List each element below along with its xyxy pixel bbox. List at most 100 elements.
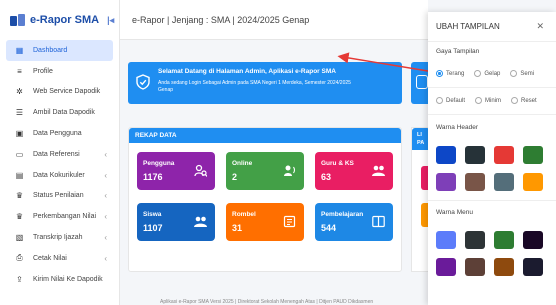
header-color-swatch[interactable] [465,173,485,191]
header-color-swatch[interactable] [494,173,514,191]
header-color-swatch[interactable] [494,146,514,164]
sidebar-item-web-service-dapodik[interactable]: ✲ Web Service Dapodik [6,82,113,103]
sidebar-nav: ▦ Dashboard ≡ Profile ✲ Web Service Dapodik ☰ A… [0,40,119,290]
id-card-icon: ▣ [15,129,24,139]
radio-default[interactable]: Default [436,97,465,104]
sidebar-item-status-penilaian[interactable]: ♛ Status Penilaian ‹ [6,186,113,207]
logo-icon [10,13,25,26]
profile-icon: ≡ [17,66,22,76]
stat-label: Guru & KS [321,160,354,167]
radio-label: Semi [520,70,535,77]
radio-circle [436,70,443,77]
close-icon[interactable]: ✕ [536,21,544,32]
menu-color-swatch[interactable] [523,258,543,276]
upload-icon: ⇪ [16,274,23,284]
stat-value: 544 [321,223,337,233]
calendar-icon: ▤ [15,170,24,180]
sidebar-item-cetak-nilai[interactable]: ⎙ Cetak Nilai ‹ [6,248,113,269]
divider [428,200,556,201]
sidebar-item-label: Data Referensi [33,150,80,158]
radio-reset[interactable]: Reset [511,97,537,104]
rombel-icon [283,215,296,228]
monitor-icon: ▭ [15,149,24,159]
stat-card-siswa[interactable]: Siswa 1107 [137,203,215,241]
panel-title: UBAH TAMPILAN [436,22,500,31]
sidebar-item-kirim-nilai-ke-dapodik[interactable]: ⇪ Kirim Nilai Ke Dapodik [6,269,113,290]
radio-terang[interactable]: Terang [436,70,464,77]
shield-check-icon [136,74,150,90]
radio-circle [511,97,519,104]
menu-color-swatch[interactable] [436,258,456,276]
radio-label: Gelap [484,70,501,77]
stat-card-pembelajaran[interactable]: Pembelajaran 544 [315,203,393,241]
chevron-left-icon: ‹ [104,170,107,180]
printer-icon: ⎙ [16,253,23,263]
stat-card-rombel[interactable]: Rombel 31 [226,203,304,241]
stat-label: Rombel [232,211,256,218]
radio-semi[interactable]: Semi [510,70,534,77]
menu-color-swatch[interactable] [494,231,514,249]
gaya-options: Terang Gelap Semi [436,70,544,77]
user-online-icon [284,165,296,176]
welcome-subtitle: Anda sedang Login Sebagai Admin pada SMA… [158,80,351,93]
menu-color-swatch[interactable] [465,258,485,276]
welcome-title: Selamat Datang di Halaman Admin, Aplikas… [158,68,336,75]
menu-color-swatch[interactable] [494,258,514,276]
sidebar-item-label: Web Service Dapodik [33,88,101,96]
sidebar-item-label: Perkembangan Nilai [33,213,97,221]
dashboard-icon: ▦ [15,45,24,55]
graduation-cap-icon: ♛ [15,212,24,222]
users-search-icon [194,164,207,177]
top-header: e-Rapor | Jenjang : SMA | 2024/2025 Gena… [120,0,428,40]
header-color-swatch[interactable] [465,146,485,164]
stat-value: 2 [232,172,238,182]
header-color-swatch[interactable] [436,146,456,164]
document-icon: ▧ [15,233,24,243]
book-open-icon [372,215,385,228]
stat-card-online[interactable]: Online 2 [226,152,304,190]
chevron-left-icon: ‹ [104,253,107,263]
warna-header-title: Warna Header [436,124,479,131]
radio-circle [474,70,482,77]
sidebar-item-data-kokurikuler[interactable]: ▤ Data Kokurikuler ‹ [6,165,113,186]
sidebar-item-data-pengguna[interactable]: ▣ Data Pengguna [6,123,113,144]
sidebar-item-transkrip-ijazah[interactable]: ▧ Transkrip Ijazah ‹ [6,227,113,248]
stat-card-guru-ks[interactable]: Guru & KS 63 [315,152,393,190]
stat-card-pengguna[interactable]: Pengguna 1176 [137,152,215,190]
header-color-swatch[interactable] [523,173,543,191]
database-icon: ☰ [15,108,24,118]
sidebar-item-data-referensi[interactable]: ▭ Data Referensi ‹ [6,144,113,165]
stat-value: 63 [321,172,332,182]
sidebar-item-ambil-data-dapodik[interactable]: ☰ Ambil Data Dapodik [6,102,113,123]
menu-color-swatch[interactable] [523,231,543,249]
sidebar-item-label: Data Pengguna [33,130,82,138]
stat-value: 1176 [143,172,163,182]
sidebar-item-label: Transkrip Ijazah [33,234,83,242]
students-icon [194,216,207,227]
brand[interactable]: e-Rapor SMA |◂ [0,0,119,40]
radio-gelap[interactable]: Gelap [474,70,500,77]
sidebar-item-profile[interactable]: ≡ Profile [6,61,113,82]
rekap-data-title: REKAP DATA [129,128,401,143]
divider [428,114,556,115]
sidebar-item-perkembangan-nilai[interactable]: ♛ Perkembangan Nilai ‹ [6,206,113,227]
stat-label: Pembelajaran [321,211,364,218]
header-color-swatch[interactable] [436,173,456,191]
menu-color-swatch[interactable] [436,231,456,249]
header-color-swatch[interactable] [523,146,543,164]
menu-color-swatch[interactable] [465,231,485,249]
ubah-tampilan-panel: UBAH TAMPILAN ✕ Gaya Tampilan Terang Gela… [428,12,556,305]
graduation-cap-icon: ♛ [15,191,24,201]
sidebar-item-label: Status Penilaian [33,192,84,200]
warna-menu-title: Warna Menu [436,209,473,216]
radio-circle [510,70,518,77]
sidebar-item-dashboard[interactable]: ▦ Dashboard [6,40,113,61]
sidebar-item-label: Profile [33,67,53,75]
stat-label: Online [232,160,253,167]
sidebar-item-label: Ambil Data Dapodik [33,109,95,117]
stat-label: Pengguna [143,160,175,167]
radio-label: Default [446,97,466,104]
radio-minim[interactable]: Minim [475,97,501,104]
radio-circle [436,97,443,104]
sidebar-toggle-icon[interactable]: |◂ [107,15,114,26]
